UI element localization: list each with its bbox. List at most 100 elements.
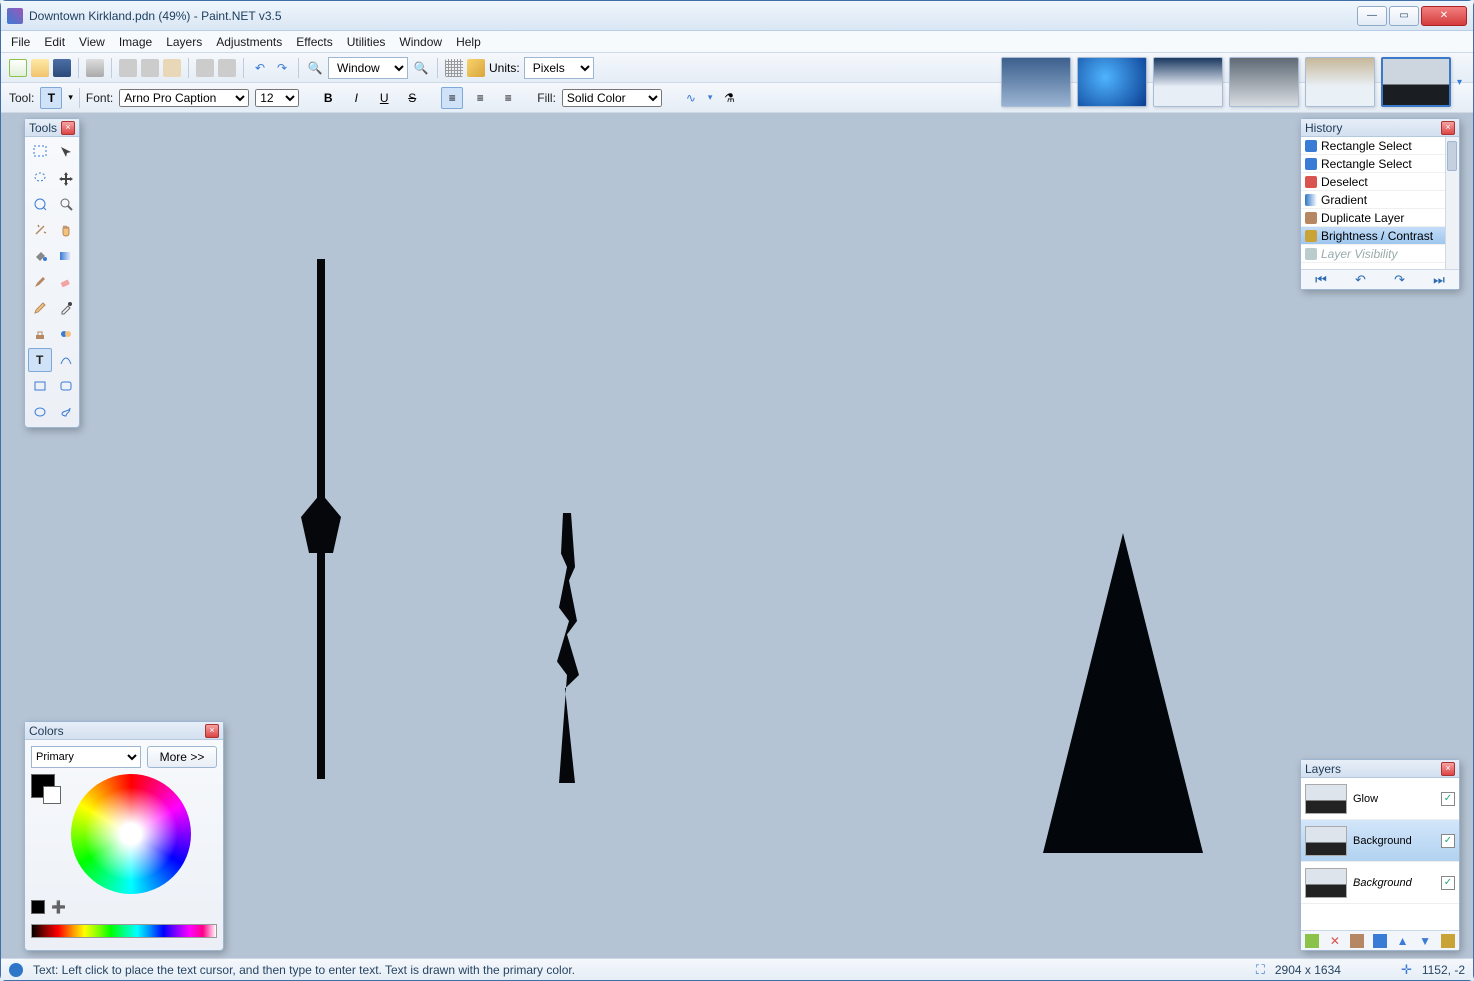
magic-wand-tool[interactable] — [28, 218, 52, 242]
close-icon[interactable]: × — [1441, 762, 1455, 776]
fast-forward-icon[interactable]: ⏭ — [1433, 272, 1445, 288]
menu-effects[interactable]: Effects — [296, 35, 332, 49]
history-item-future[interactable]: Layer Visibility — [1301, 245, 1459, 263]
units-combo[interactable]: Pixels — [524, 57, 594, 79]
ellipse-tool[interactable] — [28, 400, 52, 424]
menu-layers[interactable]: Layers — [166, 35, 202, 49]
paint-bucket-tool[interactable] — [28, 244, 52, 268]
close-icon[interactable]: × — [205, 724, 219, 738]
layer-visible-checkbox[interactable]: ✓ — [1441, 876, 1455, 890]
crop-icon[interactable] — [196, 59, 214, 77]
close-button[interactable]: ✕ — [1421, 6, 1467, 26]
dropdown-icon[interactable]: ▾ — [708, 92, 713, 103]
layer-row-selected[interactable]: Background ✓ — [1301, 820, 1459, 862]
font-size-combo[interactable]: 12 — [255, 89, 299, 107]
save-icon[interactable] — [53, 59, 71, 77]
delete-layer-icon[interactable]: ✕ — [1328, 934, 1342, 948]
history-item-selected[interactable]: Brightness / Contrast — [1301, 227, 1459, 245]
minimize-button[interactable]: — — [1357, 6, 1387, 26]
align-right-button[interactable]: ≡ — [497, 87, 519, 109]
text-tool[interactable]: T — [28, 348, 52, 372]
ellipse-select-tool[interactable] — [28, 192, 52, 216]
copy-icon[interactable] — [141, 59, 159, 77]
undo-icon[interactable]: ↶ — [251, 59, 269, 77]
maximize-button[interactable]: ▭ — [1389, 6, 1419, 26]
history-item[interactable]: Deselect — [1301, 173, 1459, 191]
move-pixels-tool[interactable] — [54, 166, 78, 190]
thumbnail-5[interactable] — [1305, 57, 1375, 107]
gradient-tool[interactable] — [54, 244, 78, 268]
thumbnail-2[interactable] — [1077, 57, 1147, 107]
tools-panel[interactable]: Tools × T — [24, 118, 80, 428]
align-center-button[interactable]: ≡ — [469, 87, 491, 109]
palette-strip[interactable] — [31, 924, 217, 938]
layers-panel-header[interactable]: Layers × — [1301, 760, 1459, 778]
blend-icon[interactable]: ⚗ — [718, 87, 740, 109]
color-wheel[interactable] — [71, 774, 191, 894]
move-down-icon[interactable]: ▼ — [1418, 934, 1432, 948]
eraser-tool[interactable] — [54, 270, 78, 294]
more-button[interactable]: More >> — [147, 746, 217, 768]
rewind-icon[interactable]: ⏮ — [1315, 272, 1327, 288]
italic-button[interactable]: I — [345, 87, 367, 109]
antialias-icon[interactable]: ∿ — [680, 87, 702, 109]
thumbnail-4[interactable] — [1229, 57, 1299, 107]
rounded-rect-tool[interactable] — [54, 374, 78, 398]
properties-icon[interactable] — [1441, 934, 1455, 948]
pencil-tool[interactable] — [28, 296, 52, 320]
print-icon[interactable] — [86, 59, 104, 77]
scrollbar[interactable] — [1445, 137, 1459, 269]
menu-utilities[interactable]: Utilities — [347, 35, 386, 49]
grid-icon[interactable] — [445, 59, 463, 77]
menu-image[interactable]: Image — [119, 35, 152, 49]
menu-edit[interactable]: Edit — [44, 35, 65, 49]
lasso-tool[interactable] — [28, 166, 52, 190]
move-selection-tool[interactable] — [54, 140, 78, 164]
redo-step-icon[interactable]: ↷ — [1394, 272, 1405, 288]
pan-tool[interactable] — [54, 218, 78, 242]
thumbnail-1[interactable] — [1001, 57, 1071, 107]
layer-visible-checkbox[interactable]: ✓ — [1441, 834, 1455, 848]
line-tool[interactable] — [54, 348, 78, 372]
paintbrush-tool[interactable] — [28, 270, 52, 294]
zoom-out-icon[interactable]: 🔍 — [306, 59, 324, 77]
new-icon[interactable] — [9, 59, 27, 77]
strike-button[interactable]: S — [401, 87, 423, 109]
redo-icon[interactable]: ↷ — [273, 59, 291, 77]
color-mode-select[interactable]: Primary — [31, 746, 141, 768]
ruler-icon[interactable] — [467, 59, 485, 77]
menu-view[interactable]: View — [79, 35, 105, 49]
zoom-in-icon[interactable]: 🔍 — [412, 59, 430, 77]
history-item[interactable]: Rectangle Select — [1301, 155, 1459, 173]
layer-row[interactable]: Background ✓ — [1301, 862, 1459, 904]
clone-stamp-tool[interactable] — [28, 322, 52, 346]
zoom-combo[interactable]: Window — [328, 57, 408, 79]
freeform-tool[interactable] — [54, 400, 78, 424]
paste-icon[interactable] — [163, 59, 181, 77]
layer-visible-checkbox[interactable]: ✓ — [1441, 792, 1455, 806]
thumbs-dropdown-icon[interactable]: ▾ — [1457, 77, 1462, 88]
align-left-button[interactable]: ≡ — [441, 87, 463, 109]
history-item[interactable]: Gradient — [1301, 191, 1459, 209]
menu-window[interactable]: Window — [399, 35, 442, 49]
secondary-color-swatch[interactable] — [43, 786, 61, 804]
undo-step-icon[interactable]: ↶ — [1355, 272, 1366, 288]
rectangle-tool[interactable] — [28, 374, 52, 398]
font-combo[interactable]: Arno Pro Caption — [119, 89, 249, 107]
thumbnail-3[interactable] — [1153, 57, 1223, 107]
move-up-icon[interactable]: ▲ — [1396, 934, 1410, 948]
underline-button[interactable]: U — [373, 87, 395, 109]
history-item[interactable]: Duplicate Layer — [1301, 209, 1459, 227]
add-layer-icon[interactable] — [1305, 934, 1319, 948]
deselect-icon[interactable] — [218, 59, 236, 77]
dropdown-icon[interactable]: ▾ — [68, 92, 73, 103]
close-icon[interactable]: × — [61, 121, 75, 135]
text-tool-icon[interactable]: T — [40, 87, 62, 109]
colors-panel[interactable]: Colors × Primary More >> ➕ — [24, 721, 224, 951]
open-icon[interactable] — [31, 59, 49, 77]
scroll-thumb[interactable] — [1447, 141, 1457, 171]
menu-adjustments[interactable]: Adjustments — [216, 35, 282, 49]
tools-panel-header[interactable]: Tools × — [25, 119, 79, 137]
colors-panel-header[interactable]: Colors × — [25, 722, 223, 740]
color-picker-tool[interactable] — [54, 296, 78, 320]
